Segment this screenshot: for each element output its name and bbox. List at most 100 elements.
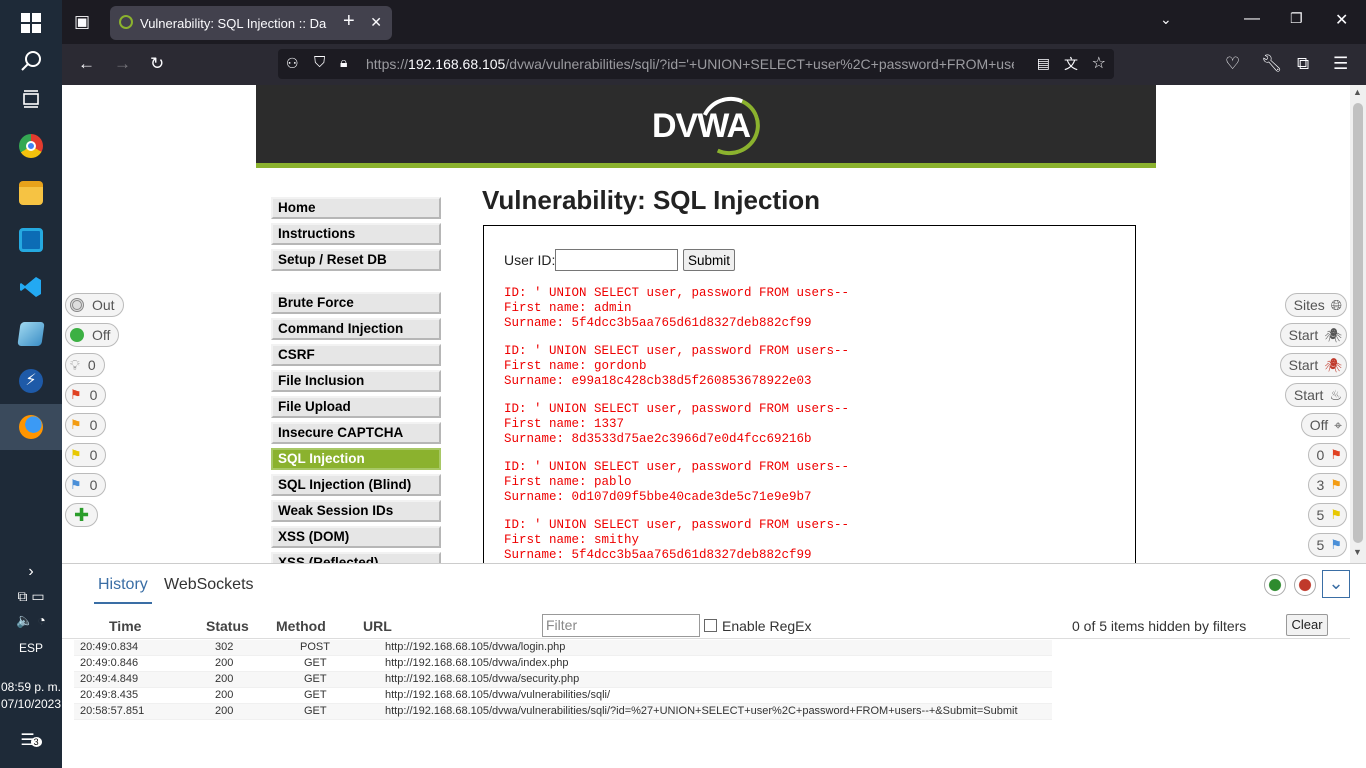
clear-button[interactable]: Clear — [1286, 614, 1328, 636]
col-time[interactable]: Time — [109, 618, 141, 634]
translate-icon[interactable]: 文 — [1064, 54, 1078, 74]
minimize-icon[interactable]: — — [1244, 10, 1260, 28]
volume-wifi-icons[interactable]: 🔈 ◔ — [0, 612, 62, 629]
menu-item-sql-injection[interactable]: SQL Injection — [271, 448, 441, 470]
zap-app-icon[interactable]: ⚡ — [0, 358, 62, 404]
hud-spider-start[interactable]: Start 🕷︎ — [1279, 323, 1347, 347]
reload-icon[interactable]: ↻ — [150, 54, 164, 74]
file-explorer-icon[interactable] — [0, 170, 62, 216]
pocket-icon[interactable]: ♡ — [1225, 54, 1240, 74]
chevron-right-icon[interactable]: › — [0, 563, 62, 581]
table-row[interactable]: 20:49:8.435 200 GET http://192.168.68.10… — [74, 688, 1052, 704]
bookmark-star-icon[interactable]: ☆ — [1092, 53, 1106, 73]
hud-medium-alerts[interactable]: ⚑ 0 — [65, 413, 107, 437]
window-close-icon[interactable]: ✕ — [1335, 10, 1348, 30]
menu-item-csrf[interactable]: CSRF — [271, 344, 441, 366]
clock-time[interactable]: 08:59 p. m. — [0, 680, 62, 694]
hud-scope-toggle[interactable]: Out — [65, 293, 124, 317]
tab-overview-icon[interactable]: ▣ — [74, 12, 90, 32]
result-surname: Surname: 8d3533d75ae2c3966d7e0d4fcc69216… — [504, 432, 812, 446]
menu-item-setup[interactable]: Setup / Reset DB — [271, 249, 441, 271]
col-url[interactable]: URL — [363, 618, 392, 634]
table-row[interactable]: 20:49:0.846 200 GET http://192.168.68.10… — [74, 656, 1052, 672]
row-status: 302 — [215, 641, 234, 653]
menu-item-insecure-captcha[interactable]: Insecure CAPTCHA — [271, 422, 441, 444]
regex-checkbox[interactable] — [704, 619, 717, 632]
page-scrollbar[interactable]: ▲ ▼ — [1350, 85, 1366, 563]
tracking-icon[interactable]: ⚇ — [286, 55, 299, 72]
menu-item-command-injection[interactable]: Command Injection — [271, 318, 441, 340]
status-green-icon[interactable] — [1264, 574, 1286, 596]
restore-icon[interactable]: ❐ — [1290, 10, 1303, 27]
forward-icon[interactable]: → — [114, 54, 131, 74]
menu-item-xss-dom[interactable]: XSS (DOM) — [271, 526, 441, 548]
tab-history[interactable]: History — [94, 576, 152, 604]
language-indicator[interactable]: ESP — [0, 641, 62, 655]
list-tabs-chevron-icon[interactable]: ⌄ — [1160, 11, 1172, 28]
menu-item-sql-injection-blind[interactable]: SQL Injection (Blind) — [271, 474, 441, 496]
tab-websockets[interactable]: WebSockets — [164, 576, 254, 594]
menu-hamburger-icon[interactable]: ☰ — [1333, 54, 1348, 74]
menu-item-instructions[interactable]: Instructions — [271, 223, 441, 245]
devtools-wrench-icon[interactable]: 🔧︎ — [1261, 54, 1283, 74]
yellow-flag-icon: ⚑ — [1330, 507, 1342, 522]
back-icon[interactable]: ← — [78, 54, 95, 74]
hud-site-info-alerts[interactable]: 5 ⚑ — [1307, 533, 1347, 557]
hud-count: 0 — [87, 357, 96, 373]
address-bar[interactable]: ⚇ ⛉ 🔒︎ https:// 192.168.68.105 /dvwa/vul… — [278, 49, 1114, 79]
hud-sites[interactable]: Sites 🌐︎ — [1284, 293, 1347, 317]
hud-site-high-alerts[interactable]: 0 ⚑ — [1307, 443, 1347, 467]
table-row[interactable]: 20:58:57.851 200 GET http://192.168.68.1… — [74, 704, 1052, 720]
dvwa-logo[interactable]: DVWA — [652, 107, 751, 146]
scroll-down-icon[interactable]: ▼ — [1353, 547, 1362, 557]
clock-date[interactable]: 07/10/2023 — [0, 697, 62, 711]
menu-item-xss-reflected[interactable]: XSS (Reflected) — [271, 552, 441, 563]
col-method[interactable]: Method — [276, 618, 326, 634]
hud-add-tool[interactable]: ✚ — [65, 503, 99, 527]
vulnerable-code-area: User ID: Submit ID: ' UNION SELECT user,… — [483, 225, 1136, 563]
chrome-icon[interactable] — [0, 123, 62, 169]
menu-item-file-inclusion[interactable]: File Inclusion — [271, 370, 441, 392]
scrollbar-thumb[interactable] — [1353, 103, 1363, 543]
hud-low-alerts[interactable]: ⚑ 0 — [65, 443, 107, 467]
user-id-input[interactable] — [555, 249, 678, 271]
firefox-icon[interactable] — [0, 404, 62, 450]
result-first-name: First name: pablo — [504, 475, 632, 489]
shield-icon[interactable]: ⛉ — [314, 54, 325, 71]
hud-break-toggle[interactable]: Off — [65, 323, 120, 347]
filter-input[interactable]: Filter — [542, 614, 700, 637]
extensions-icon[interactable]: ⧉ — [1297, 54, 1309, 74]
new-tab-icon[interactable]: + — [343, 10, 355, 33]
break-icon[interactable] — [1294, 574, 1316, 596]
notes-app-icon[interactable] — [0, 311, 62, 357]
menu-item-weak-session-ids[interactable]: Weak Session IDs — [271, 500, 441, 522]
col-status[interactable]: Status — [206, 618, 249, 634]
hud-high-alerts[interactable]: ⚑ 0 — [65, 383, 107, 407]
submit-button[interactable]: Submit — [683, 249, 735, 271]
table-row[interactable]: 20:49:0.834 302 POST http://192.168.68.1… — [74, 640, 1052, 656]
collapse-panel-chevron-icon[interactable]: ⌄ — [1322, 570, 1350, 598]
hud-page-alerts[interactable]: 💡︎ 0 — [65, 353, 105, 377]
table-row[interactable]: 20:49:4.849 200 GET http://192.168.68.10… — [74, 672, 1052, 688]
hud-active-scan-start[interactable]: Start 🕷︎ — [1279, 353, 1347, 377]
hud-attack-mode[interactable]: Off ⌖ — [1300, 413, 1347, 437]
vscode-icon[interactable] — [0, 264, 62, 310]
hud-site-low-alerts[interactable]: 5 ⚑ — [1307, 503, 1347, 527]
scroll-up-icon[interactable]: ▲ — [1353, 87, 1362, 97]
menu-item-home[interactable]: Home — [271, 197, 441, 219]
hud-info-alerts[interactable]: ⚑ 0 — [65, 473, 107, 497]
close-tab-icon[interactable]: ✕ — [370, 14, 382, 31]
menu-item-file-upload[interactable]: File Upload — [271, 396, 441, 418]
result-id: ID: ' UNION SELECT user, password FROM u… — [504, 518, 850, 532]
tray-icons[interactable]: ⧉ ▭ — [0, 588, 62, 605]
task-view-icon[interactable] — [0, 76, 62, 122]
hud-site-medium-alerts[interactable]: 3 ⚑ — [1307, 473, 1347, 497]
row-method: GET — [304, 705, 327, 717]
menu-item-brute-force[interactable]: Brute Force — [271, 292, 441, 314]
lock-icon[interactable]: 🔒︎ — [340, 54, 347, 71]
reader-view-icon[interactable]: ▤ — [1037, 55, 1050, 72]
hud-ajax-spider-start[interactable]: Start ♨ — [1284, 383, 1347, 407]
vm-app-icon[interactable] — [0, 217, 62, 263]
notification-icon[interactable]: ☰3 — [0, 730, 62, 750]
hud-label: Off — [92, 327, 111, 343]
